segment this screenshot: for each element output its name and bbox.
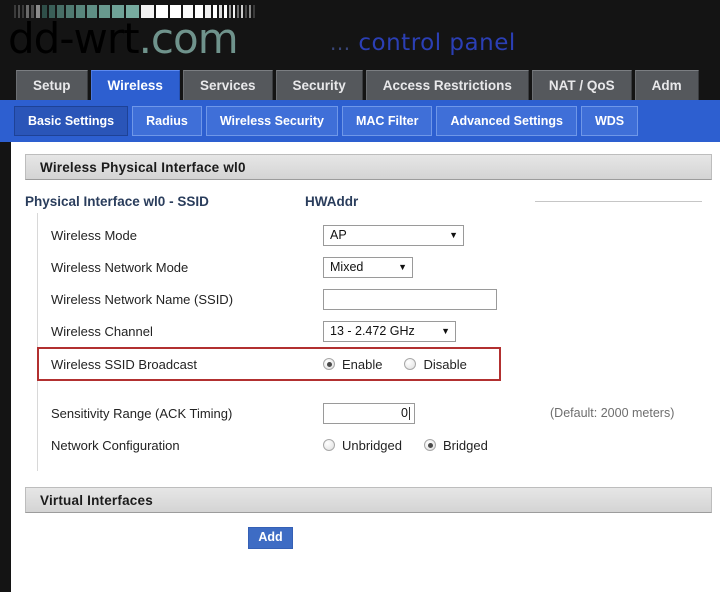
input-sensitivity-range[interactable]: 0 (323, 402, 415, 424)
label-network-configuration: Network Configuration (51, 437, 180, 453)
radio-dot-icon (404, 358, 417, 370)
label-wireless-channel: Wireless Channel (51, 323, 153, 339)
wireless-settings-form: Wireless Mode AP ▼ Wireless Network Mode… (37, 213, 677, 471)
header-divider-rule (535, 201, 702, 202)
logo-suffix-text: .com (138, 14, 239, 63)
radio-dot-icon (323, 358, 335, 370)
sub-tab-advanced-settings[interactable]: Advanced Settings (436, 106, 577, 136)
label-wireless-mode: Wireless Mode (51, 227, 137, 243)
pixel-bar-segment (249, 4, 251, 18)
label-ssid-broadcast: Wireless SSID Broadcast (51, 356, 197, 372)
pixel-bar-segment (245, 4, 247, 18)
row-sensitivity-range: Sensitivity Range (ACK Timing) 0 (Defaul… (38, 397, 677, 429)
main-tab-bar: Setup Wireless Services Security Access Rest… (0, 68, 720, 100)
main-tab-setup[interactable]: Setup (16, 70, 88, 100)
radio-group-network-configuration: Unbridged Bridged (323, 438, 510, 453)
chevron-down-icon: ▼ (398, 261, 407, 272)
select-wireless-channel[interactable]: 13 - 2.472 GHz ▼ (323, 320, 456, 342)
main-tab-nat-qos[interactable]: NAT / QoS (531, 70, 632, 100)
label-wireless-network-mode: Wireless Network Mode (51, 259, 189, 275)
tagline-dots: ... (330, 31, 351, 55)
radio-label-enable: Enable (342, 356, 383, 372)
section-header-virtual-interfaces: Virtual Interfaces (25, 487, 712, 513)
column-header-hwaddr: HWAddr (305, 194, 359, 209)
sub-tab-basic-settings[interactable]: Basic Settings (14, 106, 129, 136)
radio-dot-icon (323, 439, 335, 451)
select-wireless-mode-value: AP (330, 228, 347, 242)
control-panel-tagline: ... control panel (330, 30, 516, 56)
main-tab-services[interactable]: Services (182, 70, 273, 100)
sub-tab-wds[interactable]: WDS (580, 106, 639, 136)
row-wireless-channel: Wireless Channel 13 - 2.472 GHz ▼ (38, 315, 677, 347)
label-sensitivity-range: Sensitivity Range (ACK Timing) (51, 405, 233, 421)
main-tab-wireless[interactable]: Wireless (90, 70, 180, 100)
interface-column-headers: Physical Interface wl0 - SSID HWAddr (25, 194, 720, 209)
select-wireless-mode[interactable]: AP ▼ (323, 224, 464, 246)
form-spacer (38, 381, 677, 397)
radio-label-disable: Disable (423, 356, 467, 372)
row-ssid-broadcast-highlighted: Wireless SSID Broadcast Enable Disable (37, 347, 501, 381)
radio-network-config-unbridged[interactable]: Unbridged (323, 438, 402, 453)
sub-tab-mac-filter[interactable]: MAC Filter (341, 106, 433, 136)
input-sensitivity-range-value: 0 (401, 406, 408, 420)
pixel-bar-segment (241, 4, 243, 18)
select-wireless-network-mode-value: Mixed (330, 260, 364, 274)
radio-label-unbridged: Unbridged (342, 437, 402, 453)
pixel-bar-segment (253, 4, 255, 18)
select-wireless-channel-value: 13 - 2.472 GHz (330, 324, 415, 338)
input-wireless-network-name[interactable] (323, 288, 497, 310)
radio-ssid-broadcast-enable[interactable]: Enable (323, 357, 382, 372)
column-header-ssid: Physical Interface wl0 - SSID (25, 194, 209, 209)
site-header: dd-wrt.com ... control panel (0, 0, 720, 68)
section-header-physical-interface: Wireless Physical Interface wl0 (25, 154, 712, 180)
dd-wrt-logo: dd-wrt.com (8, 14, 239, 63)
radio-group-ssid-broadcast: Enable Disable (323, 357, 489, 372)
add-button[interactable]: Add (248, 527, 293, 549)
sub-tab-bar: Basic Settings Radius Wireless Security MAC… (0, 100, 720, 142)
text-caret (409, 406, 410, 420)
content-panel: Wireless Physical Interface wl0 Physical… (11, 142, 720, 592)
main-tab-security[interactable]: Security (275, 70, 363, 100)
main-tab-adm[interactable]: Adm (634, 70, 699, 100)
radio-label-bridged: Bridged (443, 437, 488, 453)
row-wireless-network-mode: Wireless Network Mode Mixed ▼ (38, 251, 677, 283)
row-network-configuration: Network Configuration Unbridged Bridged (38, 429, 677, 461)
section-title-text: Virtual Interfaces (40, 492, 153, 508)
sub-tab-radius[interactable]: Radius (132, 106, 202, 136)
radio-ssid-broadcast-disable[interactable]: Disable (404, 356, 467, 372)
add-button-container: Add (11, 527, 720, 549)
hint-sensitivity-default: (Default: 2000 meters) (550, 406, 675, 420)
sub-tab-wireless-security[interactable]: Wireless Security (205, 106, 338, 136)
section-title-text: Wireless Physical Interface wl0 (40, 159, 246, 175)
radio-dot-icon (424, 439, 436, 451)
chevron-down-icon: ▼ (449, 229, 458, 240)
tagline-text: control panel (358, 30, 516, 56)
select-wireless-network-mode[interactable]: Mixed ▼ (323, 256, 413, 278)
main-tab-access-restrictions[interactable]: Access Restrictions (365, 70, 529, 100)
radio-network-config-bridged[interactable]: Bridged (424, 438, 488, 453)
row-wireless-mode: Wireless Mode AP ▼ (38, 219, 677, 251)
row-wireless-network-name: Wireless Network Name (SSID) (38, 283, 677, 315)
left-dark-rail (0, 142, 11, 592)
logo-main-text: dd-wrt (8, 14, 140, 63)
chevron-down-icon: ▼ (441, 325, 450, 336)
label-wireless-network-name: Wireless Network Name (SSID) (51, 291, 234, 307)
